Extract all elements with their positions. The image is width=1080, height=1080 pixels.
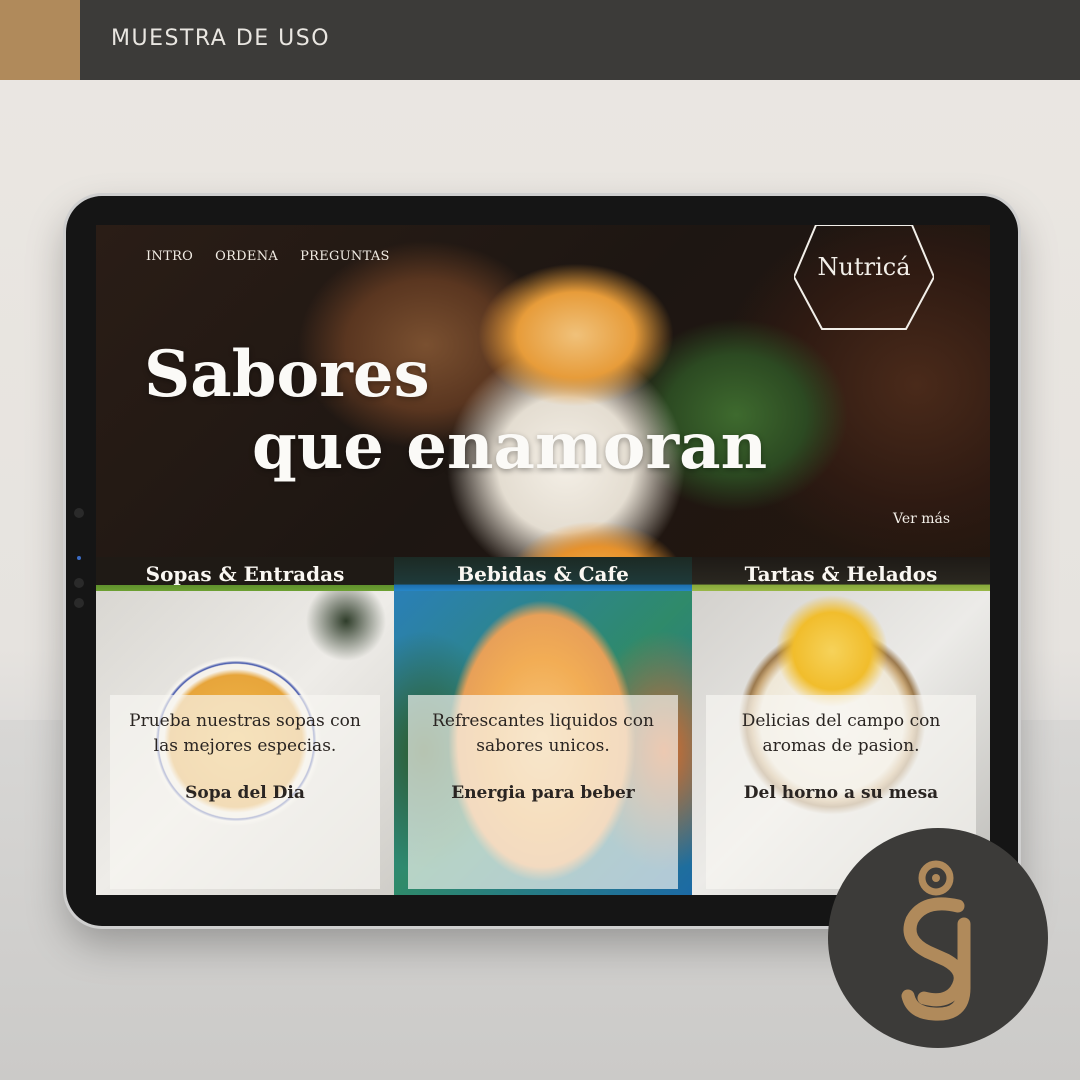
brand-badge <box>828 828 1048 1048</box>
page-title: MUESTRA DE USO <box>111 26 331 51</box>
sj-monogram-icon <box>901 860 971 1021</box>
tablet-button <box>74 578 84 588</box>
category-cta[interactable]: Del horno a su mesa <box>706 783 976 803</box>
nav-item-intro[interactable]: INTRO <box>146 249 193 264</box>
category-column-sopas[interactable]: Sopas & Entradas Prueba nuestras sopas c… <box>96 557 394 895</box>
nav-item-preguntas[interactable]: PREGUNTAS <box>300 249 390 264</box>
category-title[interactable]: Bebidas & Cafe <box>394 557 692 591</box>
category-cta[interactable]: Energia para beber <box>408 783 678 803</box>
category-description: Refrescantes liquidos con sabores unicos… <box>432 711 654 756</box>
tablet-button <box>74 508 84 518</box>
category-card: Refrescantes liquidos con sabores unicos… <box>408 695 678 889</box>
tablet-device: INTRO ORDENA PREGUNTAS Nutricá Sabores q… <box>66 196 1018 926</box>
category-description: Delicias del campo con aromas de pasion. <box>741 711 941 756</box>
category-description: Prueba nuestras sopas con las mejores es… <box>129 711 361 756</box>
hero-banner: INTRO ORDENA PREGUNTAS Nutricá Sabores q… <box>96 225 990 557</box>
category-title[interactable]: Sopas & Entradas <box>96 557 394 591</box>
site-logo[interactable]: Nutricá <box>794 253 934 281</box>
main-nav: INTRO ORDENA PREGUNTAS <box>146 249 390 264</box>
category-card: Prueba nuestras sopas con las mejores es… <box>110 695 380 889</box>
tablet-sensor-light <box>77 556 81 560</box>
hero-headline-line1: Sabores <box>144 337 430 412</box>
nav-item-ordena[interactable]: ORDENA <box>215 249 278 264</box>
hero-headline-line2: que enamoran <box>252 409 768 484</box>
category-cta[interactable]: Sopa del Dia <box>110 783 380 803</box>
top-bar-accent <box>0 0 80 80</box>
category-title[interactable]: Tartas & Helados <box>692 557 990 591</box>
category-column-bebidas[interactable]: Bebidas & Cafe Refrescantes liquidos con… <box>394 557 692 895</box>
tablet-screen: INTRO ORDENA PREGUNTAS Nutricá Sabores q… <box>96 225 990 895</box>
top-bar: MUESTRA DE USO <box>0 0 1080 80</box>
tablet-button <box>74 598 84 608</box>
ver-mas-link[interactable]: Ver más <box>893 511 950 527</box>
